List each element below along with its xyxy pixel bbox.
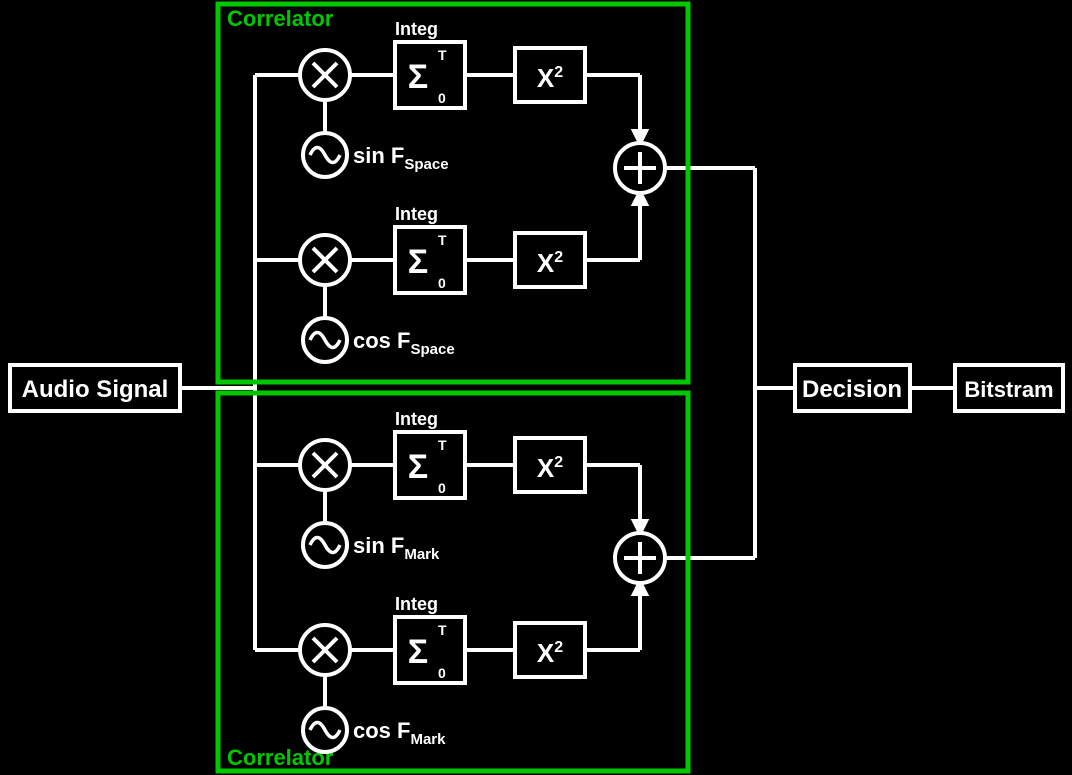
multiplier-icon [300, 440, 350, 490]
svg-text:0: 0 [438, 665, 446, 681]
square-box: X2 [515, 623, 585, 677]
svg-text:Σ: Σ [408, 58, 428, 96]
oscillator-icon [303, 318, 347, 362]
decision-box: Decision [795, 365, 910, 411]
svg-text:T: T [438, 47, 447, 63]
svg-text:Integ: Integ [395, 594, 438, 614]
bitstream-box: Bitstram [955, 365, 1063, 411]
oscillator-icon [303, 708, 347, 752]
audio-signal-label: Audio Signal [22, 376, 169, 403]
correlator-label-top: Correlator [227, 6, 334, 31]
adder-icon [615, 533, 665, 583]
svg-text:T: T [438, 232, 447, 248]
svg-text:Integ: Integ [395, 204, 438, 224]
decision-label: Decision [802, 376, 902, 403]
svg-text:0: 0 [438, 480, 446, 496]
svg-text:Integ: Integ [395, 19, 438, 39]
bitstream-label: Bitstram [964, 377, 1053, 402]
svg-text:Σ: Σ [408, 633, 428, 671]
svg-text:T: T [438, 437, 447, 453]
svg-text:0: 0 [438, 275, 446, 291]
square-box: X2 [515, 48, 585, 102]
svg-text:Σ: Σ [408, 448, 428, 486]
oscillator-icon [303, 133, 347, 177]
square-box: X2 [515, 233, 585, 287]
oscillator-icon [303, 523, 347, 567]
svg-text:0: 0 [438, 90, 446, 106]
svg-text:Σ: Σ [408, 243, 428, 281]
multiplier-icon [300, 50, 350, 100]
svg-text:Integ: Integ [395, 409, 438, 429]
square-box: X2 [515, 438, 585, 492]
audio-signal-box: Audio Signal [10, 365, 180, 411]
multiplier-icon [300, 625, 350, 675]
svg-text:T: T [438, 622, 447, 638]
adder-icon [615, 143, 665, 193]
multiplier-icon [300, 235, 350, 285]
